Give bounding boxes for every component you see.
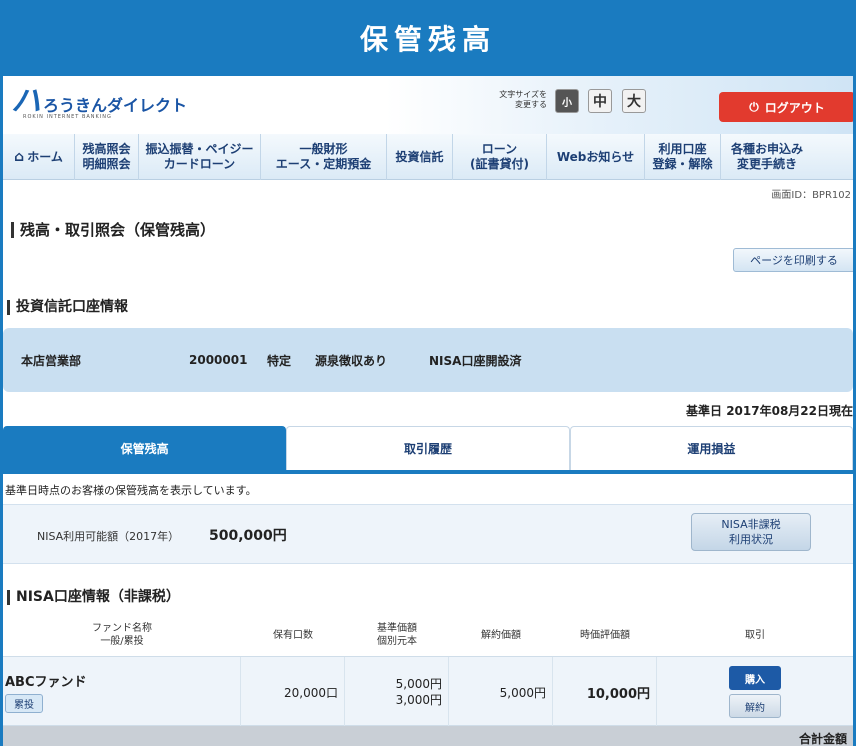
total-bar: 合計金額 bbox=[3, 726, 853, 746]
nav-home[interactable]: ⌂ ホーム bbox=[3, 134, 75, 180]
header-base-price: 基準価額 個別元本 bbox=[377, 623, 417, 647]
base-price: 5,000円 bbox=[395, 677, 442, 691]
table-header: ファンド名称 一般/累投 保有口数 基準価額 個別元本 解約価額 時価評価額 取引 bbox=[3, 614, 853, 656]
rokin-logo[interactable]: ハ ろうきんダイレクト bbox=[11, 84, 188, 119]
nav-savings[interactable]: 一般財形 エース・定期預金 bbox=[261, 134, 387, 180]
base-date: 基準日 2017年08月22日現在 bbox=[686, 404, 853, 418]
sell-button[interactable]: 解約 bbox=[729, 694, 781, 718]
nav-loan[interactable]: ローン (証書貸付) bbox=[453, 134, 547, 180]
fontsize-medium-button[interactable]: 中 bbox=[588, 89, 612, 113]
table-row: ABCファンド 累投 20,000口 5,000円 3,000円 5,000円 … bbox=[3, 656, 853, 727]
nisa-available-label: NISA利用可能額（2017年） bbox=[37, 530, 180, 543]
logo-text: ろうきんダイレクト bbox=[43, 96, 188, 115]
main-nav: ⌂ ホーム 残高照会 明細照会 振込振替・ペイジー カードローン 一般財形 エース・定… bbox=[3, 134, 853, 180]
price-cell: 5,000円 3,000円 bbox=[345, 657, 449, 727]
fund-cell: ABCファンド 累投 bbox=[3, 657, 241, 727]
action-cell: 購入 解約 bbox=[657, 657, 853, 727]
nav-account-registration[interactable]: 利用口座 登録・解除 bbox=[645, 134, 721, 180]
fontsize-label: 文字サイズを 変更する bbox=[499, 90, 547, 109]
units-cell: 20,000口 bbox=[241, 657, 345, 727]
nav-investment-trust[interactable]: 投資信託 bbox=[387, 134, 453, 180]
account-type: 特定 bbox=[267, 353, 292, 368]
header-action: 取引 bbox=[745, 629, 765, 641]
title-bar: 保管残高 bbox=[0, 0, 856, 76]
home-icon: ⌂ bbox=[14, 148, 25, 165]
fontsize-small-button[interactable]: 小 bbox=[555, 89, 579, 113]
notice-text: 基準日時点のお客様の保管残高を表示しています。 bbox=[5, 484, 257, 497]
account-section-title: 投資信託口座情報 bbox=[7, 300, 128, 315]
account-tax: 源泉徴収あり bbox=[315, 353, 388, 368]
header-fund: ファンド名称 一般/累投 bbox=[92, 623, 152, 647]
header-market-value: 時価評価額 bbox=[580, 629, 630, 641]
site-header: ハ ろうきんダイレクト ROKIN INTERNET BANKING 文字サイズ… bbox=[3, 76, 853, 134]
logout-button[interactable]: ⏻ ログアウト bbox=[719, 92, 853, 122]
nav-applications[interactable]: 各種お申込み 変更手続き bbox=[721, 134, 813, 180]
fund-name[interactable]: ABCファンド bbox=[5, 671, 87, 690]
tab-bar: 保管残高 取引履歴 運用損益 bbox=[3, 426, 853, 474]
screen-title: 保管残高 bbox=[359, 23, 496, 56]
nav-transfer[interactable]: 振込振替・ペイジー カードローン bbox=[139, 134, 261, 180]
buy-button[interactable]: 購入 bbox=[729, 666, 781, 690]
nav-balance-inquiry[interactable]: 残高照会 明細照会 bbox=[75, 134, 139, 180]
account-number: 2000001 bbox=[189, 353, 248, 367]
tab-transaction-history[interactable]: 取引履歴 bbox=[286, 426, 570, 470]
header-cancel-price: 解約価額 bbox=[481, 629, 521, 641]
header-units: 保有口数 bbox=[273, 629, 313, 641]
screen-id: 画面ID：BPR102 bbox=[771, 190, 851, 201]
logo-mark: ハ bbox=[11, 84, 41, 119]
account-branch: 本店営業部 bbox=[21, 353, 82, 368]
nisa-available-box: NISA利用可能額（2017年） 500,000円 NISA非課税 利用状況 bbox=[3, 504, 853, 564]
account-info: 本店営業部 2000001 特定 源泉徴収あり NISA口座開設済 bbox=[3, 328, 853, 392]
logo-subtitle: ROKIN INTERNET BANKING bbox=[23, 114, 112, 120]
account-nisa-status: NISA口座開設済 bbox=[429, 353, 522, 368]
power-icon: ⏻ bbox=[749, 99, 759, 114]
browser-frame: ハ ろうきんダイレクト ROKIN INTERNET BANKING 文字サイズ… bbox=[0, 76, 856, 746]
nisa-usage-button[interactable]: NISA非課税 利用状況 bbox=[691, 513, 811, 551]
fontsize-large-button[interactable]: 大 bbox=[622, 89, 646, 113]
total-label: 合計金額 bbox=[798, 732, 847, 746]
market-value-cell: 10,000円 bbox=[553, 657, 657, 727]
principal: 3,000円 bbox=[395, 693, 442, 707]
fund-type-badge: 累投 bbox=[5, 694, 43, 713]
tab-profit-loss[interactable]: 運用損益 bbox=[569, 426, 853, 470]
cancel-price-cell: 5,000円 bbox=[449, 657, 553, 727]
nav-web-notice[interactable]: Webお知らせ bbox=[547, 134, 645, 180]
print-page-button[interactable]: ページを印刷する bbox=[733, 248, 853, 272]
nisa-available-amount: 500,000円 bbox=[209, 528, 287, 544]
tab-holdings[interactable]: 保管残高 bbox=[3, 426, 287, 470]
nisa-section-title: NISA口座情報（非課税） bbox=[7, 590, 180, 605]
page-title: 残高・取引照会（保管残高） bbox=[11, 222, 215, 238]
